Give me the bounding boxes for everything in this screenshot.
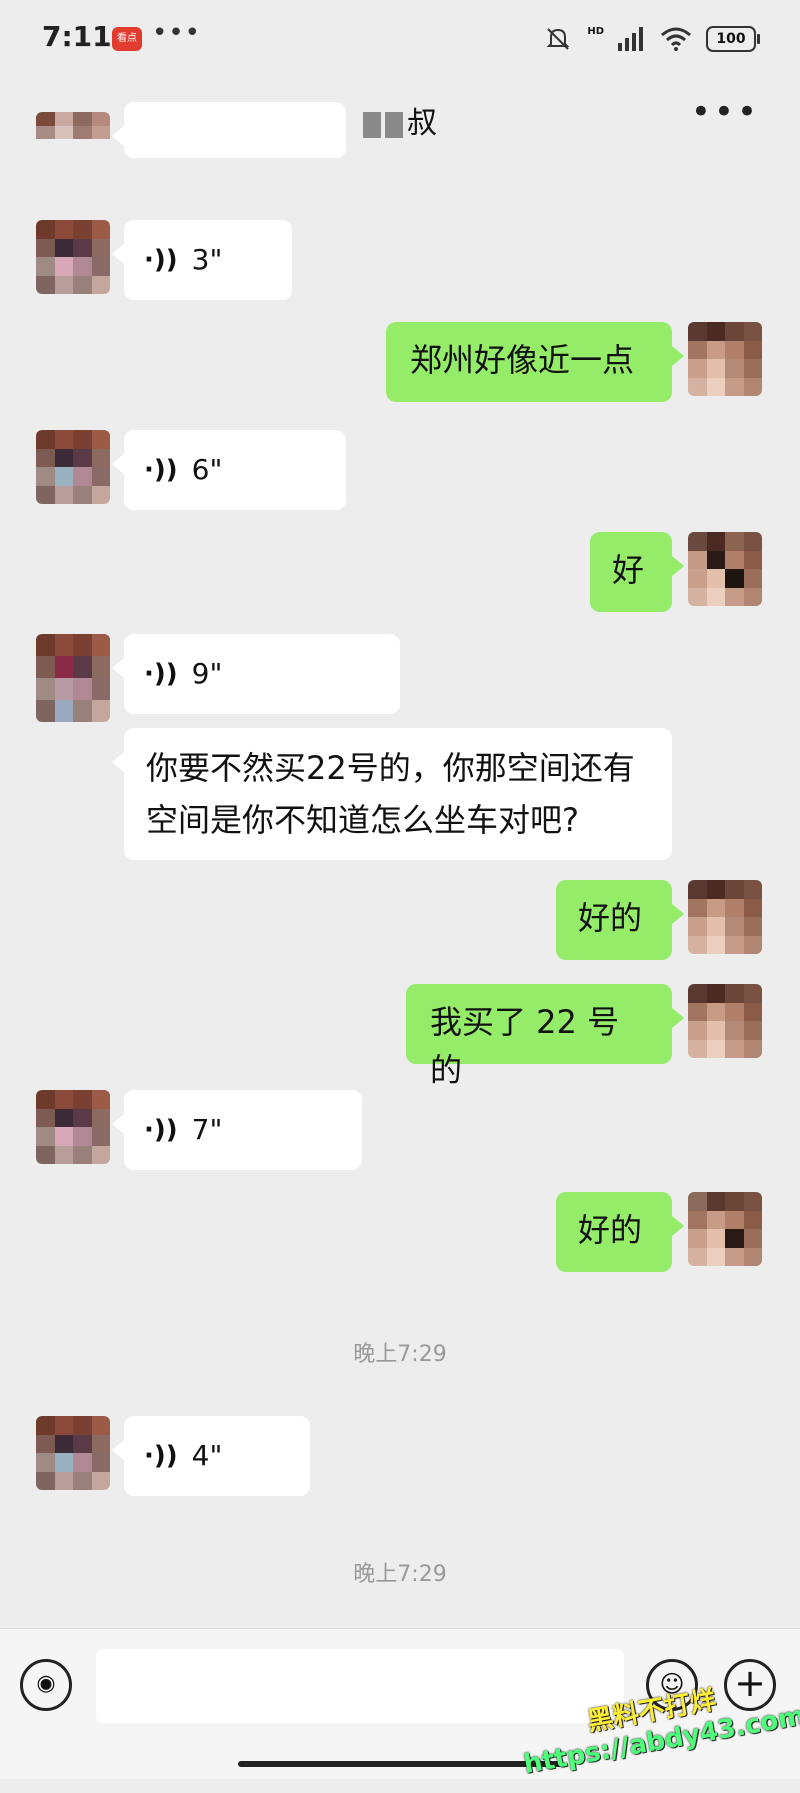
app-notification-badge: 看点	[112, 27, 142, 51]
outgoing-text-bubble[interactable]: 好的	[556, 880, 684, 960]
contact-avatar[interactable]	[36, 1090, 110, 1164]
user-avatar[interactable]	[688, 880, 762, 954]
outgoing-text-bubble[interactable]: 郑州好像近一点	[386, 322, 684, 402]
user-avatar[interactable]	[688, 1192, 762, 1266]
voice-duration: 3"	[191, 243, 223, 276]
voice-duration: 9"	[191, 657, 223, 690]
voice-message-bubble[interactable]: ·)) 6"	[112, 430, 346, 510]
voice-wave-icon: ·))	[144, 659, 178, 689]
contact-avatar[interactable]	[36, 430, 110, 504]
hd-signal-icon: HD	[587, 25, 604, 37]
battery-icon: 100	[706, 26, 760, 52]
voice-duration: 7"	[191, 1113, 223, 1146]
redacted-name-block	[385, 111, 403, 138]
wifi-icon	[661, 27, 691, 51]
message-timestamp: 晚上7:29	[353, 1562, 447, 1587]
mute-bell-icon	[546, 28, 570, 50]
voice-message-bubble[interactable]: ·)) 7"	[112, 1090, 362, 1170]
status-icons: HD 100	[543, 24, 760, 54]
user-avatar[interactable]	[688, 322, 762, 396]
status-time: 7:11	[42, 20, 112, 53]
voice-wave-icon: ·))	[144, 1115, 178, 1145]
message-bubble-partial[interactable]	[112, 102, 346, 158]
voice-message-bubble[interactable]: ·)) 3"	[112, 220, 292, 300]
voice-wave-icon: ·))	[144, 245, 178, 275]
more-notifications-icon: •••	[152, 18, 202, 48]
more-options-button[interactable]: •••	[691, 92, 760, 132]
voice-message-bubble[interactable]: ·)) 4"	[112, 1416, 310, 1496]
contact-avatar[interactable]	[36, 220, 110, 294]
contact-avatar[interactable]	[36, 1416, 110, 1490]
voice-message-bubble[interactable]: ·)) 9"	[112, 634, 400, 714]
outgoing-text-bubble[interactable]: 好	[590, 532, 684, 612]
cell-signal-icon	[618, 27, 643, 51]
chat-messages[interactable]: ·)) 3" 郑州好像近一点 ·)) 6" 好 ·)) 9" 你要不然买22号的…	[0, 102, 800, 1620]
contact-avatar[interactable]	[36, 112, 110, 166]
user-avatar[interactable]	[688, 984, 762, 1058]
chat-title-text: 叔	[407, 106, 437, 141]
outgoing-text-bubble[interactable]: 我买了 22 号的	[406, 984, 684, 1089]
voice-wave-icon: ·))	[144, 1441, 178, 1471]
redacted-name-block	[363, 111, 381, 138]
message-timestamp: 晚上7:29	[353, 1342, 447, 1367]
incoming-text-bubble[interactable]: 你要不然买22号的，你那空间还有空间是你不知道怎么坐车对吧?	[112, 728, 672, 860]
voice-duration: 6"	[191, 453, 223, 486]
user-avatar[interactable]	[688, 532, 762, 606]
voice-duration: 4"	[191, 1439, 223, 1472]
status-bar: 7:11 看点 ••• HD 100	[0, 0, 800, 84]
voice-toggle-icon[interactable]: ◉	[20, 1659, 72, 1711]
contact-avatar[interactable]	[36, 634, 110, 722]
voice-wave-icon: ·))	[144, 455, 178, 485]
home-indicator[interactable]	[238, 1761, 562, 1767]
outgoing-text-bubble[interactable]: 好的	[556, 1192, 684, 1272]
